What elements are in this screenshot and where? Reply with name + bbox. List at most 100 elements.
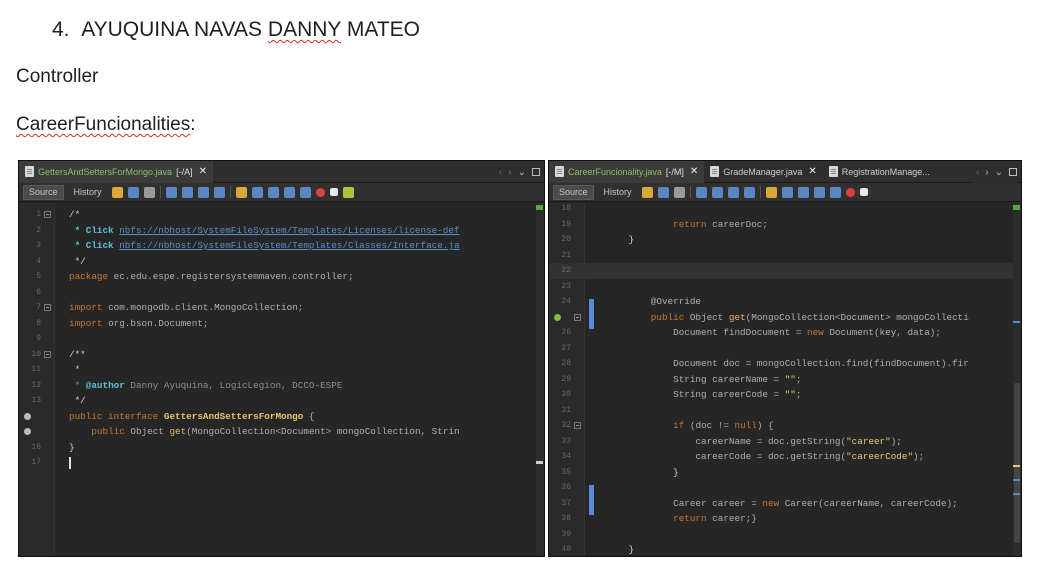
- history-button[interactable]: History: [69, 185, 107, 200]
- find-icon[interactable]: [165, 186, 177, 198]
- change-stripe-marker: [1013, 479, 1020, 481]
- history-button[interactable]: History: [599, 185, 637, 200]
- chevron-down-icon[interactable]: ⌄: [518, 167, 526, 178]
- tab-career-funcionality[interactable]: CareerFuncionality.java [-/M] ✕: [549, 161, 705, 183]
- record-macro-icon[interactable]: [845, 187, 855, 197]
- subsection-colon: :: [190, 114, 196, 135]
- subsection-title: CareerFuncionalities:: [16, 114, 196, 136]
- chevron-right-icon[interactable]: ›: [508, 167, 511, 178]
- editor-toolbar: Source History: [549, 183, 1021, 202]
- find-previous-icon[interactable]: [181, 186, 193, 198]
- shift-left-icon[interactable]: [283, 186, 295, 198]
- tab-grade-manager[interactable]: GradeManager.java ✕: [704, 161, 822, 183]
- maximize-icon[interactable]: [532, 168, 540, 176]
- heading-name-a: AYUQUINA NAVAS: [81, 18, 263, 41]
- chevron-left-icon[interactable]: ‹: [499, 167, 502, 178]
- source-button[interactable]: Source: [553, 184, 594, 200]
- source-button[interactable]: Source: [23, 184, 64, 200]
- forward-icon[interactable]: [673, 186, 685, 198]
- tab-getters-and-setters[interactable]: GettersAndSettersForMongo.java [-/A] ✕: [19, 161, 213, 183]
- vertical-scrollbar[interactable]: [1013, 203, 1021, 556]
- fold-icon[interactable]: [44, 304, 51, 311]
- implemented-icon[interactable]: [24, 428, 31, 435]
- line-number: 29: [561, 374, 571, 384]
- record-macro-icon[interactable]: [315, 187, 325, 197]
- tab-label: GradeManager.java: [723, 166, 803, 177]
- close-icon[interactable]: ✕: [690, 166, 698, 177]
- code-line: }: [673, 466, 679, 478]
- last-edit-icon[interactable]: [111, 186, 123, 198]
- vertical-scrollbar[interactable]: [536, 203, 544, 556]
- change-stripe-marker: [1013, 493, 1020, 495]
- line-number: 26: [561, 328, 571, 337]
- fold-icon[interactable]: [574, 422, 581, 429]
- code-line: public Object get(MongoCollection<Docume…: [91, 426, 460, 437]
- previous-bookmark-icon[interactable]: [765, 186, 777, 198]
- find-icon[interactable]: [695, 186, 707, 198]
- maximize-icon[interactable]: [1009, 168, 1017, 176]
- fold-icon[interactable]: [44, 350, 51, 358]
- find-previous-icon[interactable]: [711, 186, 723, 198]
- chevron-left-icon[interactable]: ‹: [976, 167, 979, 178]
- code-editor[interactable]: 18 19 return careerDoc; 20 } 21 22 23 24…: [549, 203, 1021, 556]
- tab-navigation: ‹ › ⌄: [971, 161, 1017, 183]
- code-line: /*: [69, 209, 81, 220]
- line-number: 10: [31, 349, 41, 359]
- find-next-icon[interactable]: [197, 186, 209, 198]
- next-bookmark-icon[interactable]: [251, 186, 263, 198]
- code-line: Document findDocument = new Document(key…: [673, 327, 941, 338]
- code-line: return careerDoc;: [673, 218, 768, 230]
- forward-icon[interactable]: [143, 186, 155, 198]
- close-icon[interactable]: ✕: [808, 166, 816, 177]
- stop-macro-icon[interactable]: [859, 188, 868, 196]
- code-lines: 1 /* 2 * Click nbfs://nbhost/SystemFileSy…: [19, 207, 544, 471]
- code-editor[interactable]: 1 /* 2 * Click nbfs://nbhost/SystemFileSy…: [19, 203, 544, 556]
- shift-left-icon[interactable]: [813, 186, 825, 198]
- chevron-down-icon[interactable]: ⌄: [995, 167, 1003, 178]
- toggle-highlight-icon[interactable]: [213, 186, 225, 198]
- comment-icon[interactable]: [342, 186, 354, 198]
- next-bookmark-icon[interactable]: [781, 186, 793, 198]
- code-line: */: [69, 395, 86, 406]
- change-stripe-marker: [1013, 321, 1020, 323]
- line-number: 11: [31, 365, 41, 374]
- chevron-right-icon[interactable]: ›: [985, 167, 988, 178]
- stop-macro-icon[interactable]: [329, 188, 338, 196]
- line-number: 28: [561, 359, 571, 368]
- toggle-highlight-icon[interactable]: [743, 186, 755, 198]
- find-next-icon[interactable]: [727, 186, 739, 198]
- previous-bookmark-icon[interactable]: [235, 186, 247, 198]
- code-line: * @author Danny Ayuquina, LogicLegion, D…: [69, 379, 343, 391]
- back-icon[interactable]: [127, 186, 139, 198]
- tab-registration-manager[interactable]: RegistrationManage...: [823, 161, 936, 183]
- code-line: package ec.edu.espe.registersystemmaven.…: [69, 271, 354, 282]
- code-line: *: [69, 364, 81, 375]
- heading-number: 4.: [52, 18, 70, 41]
- error-stripe-marker: [536, 461, 543, 464]
- warning-stripe-marker: [1013, 465, 1020, 467]
- java-file-icon: [555, 166, 564, 177]
- line-number: 21: [561, 250, 571, 260]
- implemented-icon[interactable]: [24, 412, 31, 420]
- scrollbar-thumb[interactable]: [1014, 383, 1020, 543]
- fold-icon[interactable]: [44, 211, 51, 218]
- line-number: 12: [31, 380, 41, 390]
- line-number: 2: [36, 225, 41, 235]
- override-icon[interactable]: [554, 313, 561, 321]
- fold-icon[interactable]: [574, 313, 581, 321]
- shift-right-icon[interactable]: [299, 186, 311, 198]
- toggle-bookmark-icon[interactable]: [267, 186, 279, 198]
- code-line: String careerCode = "";: [673, 389, 802, 400]
- subsection-name: CareerFuncionalities: [16, 114, 191, 135]
- close-icon[interactable]: ✕: [199, 166, 207, 177]
- last-edit-icon[interactable]: [641, 186, 653, 198]
- toggle-bookmark-icon[interactable]: [797, 186, 809, 198]
- back-icon[interactable]: [657, 186, 669, 198]
- line-number: 16: [31, 442, 41, 452]
- document-heading: 4. AYUQUINA NAVAS DANNY MATEO: [52, 18, 420, 42]
- left-editor-screenshot: GettersAndSettersForMongo.java [-/A] ✕ ‹…: [18, 160, 545, 557]
- code-line: careerName = doc.getString("career");: [695, 435, 902, 447]
- code-line: @Override: [650, 296, 702, 307]
- shift-right-icon[interactable]: [829, 186, 841, 198]
- editor-tabbar: CareerFuncionality.java [-/M] ✕ GradeMan…: [549, 161, 1021, 183]
